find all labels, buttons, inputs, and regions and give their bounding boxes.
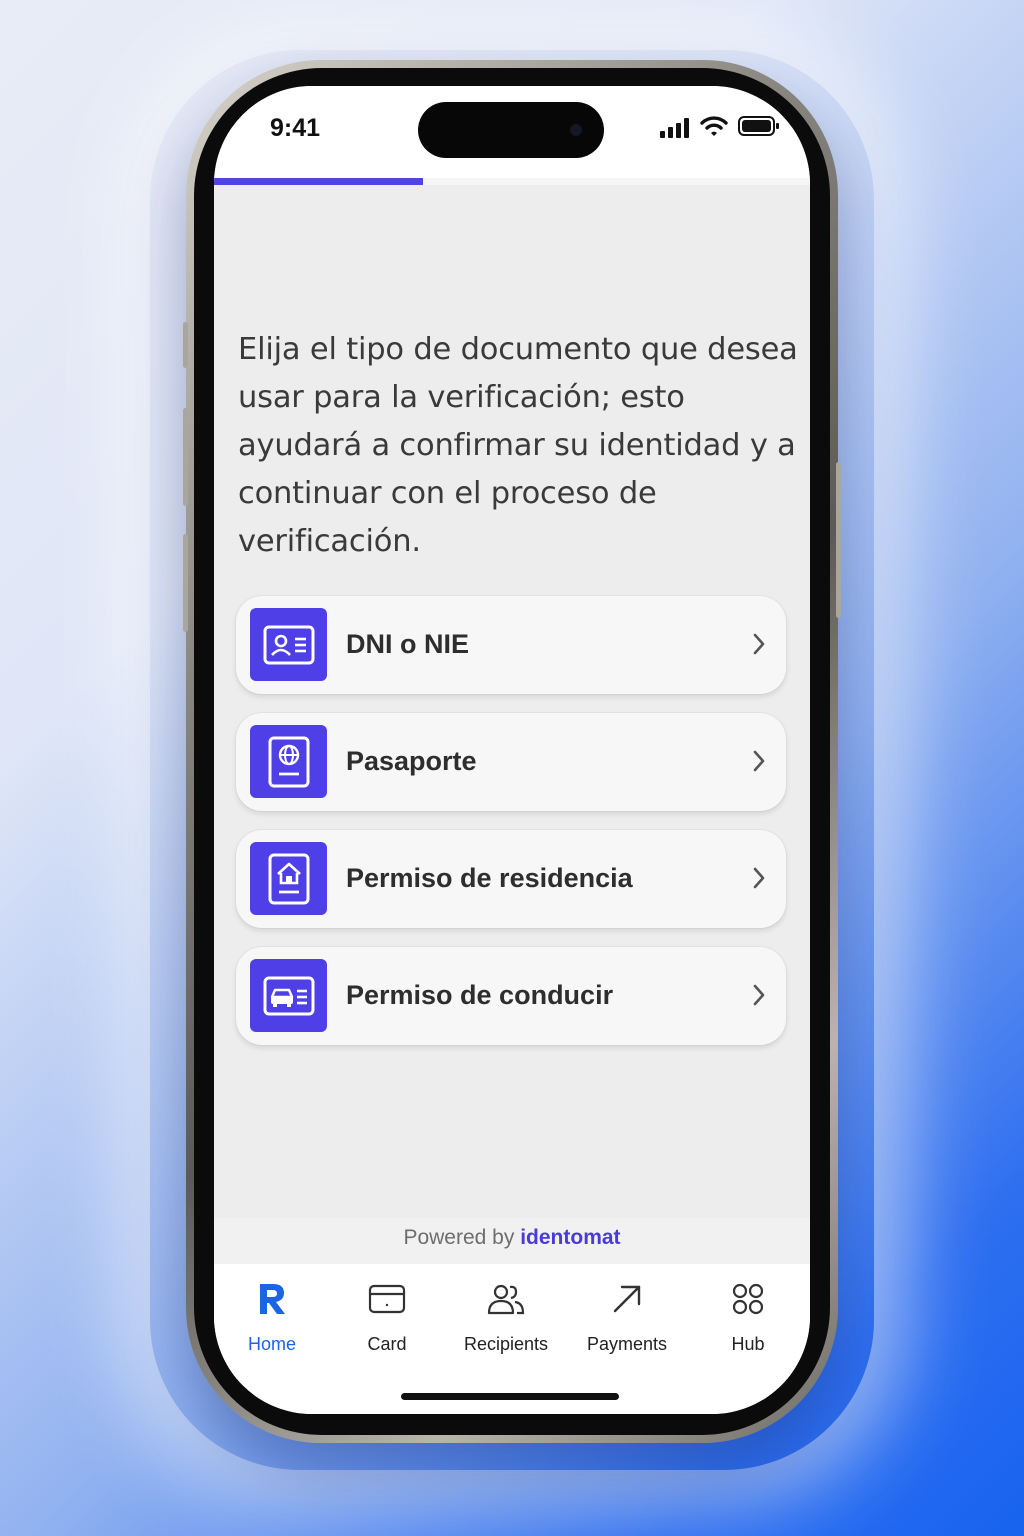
power-button	[836, 462, 841, 618]
tab-label: Card	[367, 1334, 407, 1354]
passport-icon	[250, 725, 327, 798]
document-option-label: DNI o NIE	[346, 629, 470, 659]
document-option-label: Pasaporte	[346, 746, 477, 776]
chevron-right-icon	[753, 984, 765, 1006]
document-option-label: Permiso de conducir	[346, 980, 614, 1010]
card-icon	[329, 1278, 445, 1320]
status-time: 9:41	[270, 114, 321, 142]
grid-icon	[690, 1278, 806, 1320]
driving-license-icon	[250, 959, 327, 1032]
mute-switch	[183, 322, 188, 368]
tab-label: Payments	[586, 1334, 668, 1354]
status-bar: 9:41	[214, 86, 810, 178]
chevron-right-icon	[753, 867, 765, 889]
tab-recipients[interactable]: Recipients	[448, 1278, 564, 1355]
document-option-dni[interactable]: DNI o NIE	[236, 596, 786, 694]
residence-permit-icon	[250, 842, 327, 915]
document-option-residence-permit[interactable]: Permiso de residencia	[236, 830, 786, 928]
dynamic-island	[418, 102, 604, 158]
tab-label: Hub	[731, 1334, 765, 1354]
volume-down-button	[183, 534, 188, 632]
document-option-driving-license[interactable]: Permiso de conducir	[236, 947, 786, 1045]
tab-label: Home	[247, 1334, 296, 1354]
tab-hub[interactable]: Hub	[690, 1278, 806, 1355]
arrow-up-right-icon	[569, 1278, 685, 1320]
app-screen: 9:41 Elija el tipo de documento que dese…	[214, 86, 810, 1414]
chevron-right-icon	[753, 750, 765, 772]
battery-icon	[738, 116, 779, 136]
tab-label: Recipients	[463, 1334, 549, 1354]
tab-card[interactable]: Card	[329, 1278, 445, 1355]
bottom-tab-bar: Home Card Recipients Payments Hub	[214, 1264, 810, 1414]
powered-by-footer: Powered by identomat	[214, 1218, 810, 1264]
document-option-passport[interactable]: Pasaporte	[236, 713, 786, 811]
volume-up-button	[183, 408, 188, 506]
home-indicator[interactable]	[401, 1393, 619, 1400]
tab-payments[interactable]: Payments	[569, 1278, 685, 1355]
progress-bar	[214, 178, 423, 185]
revolut-logo-icon	[214, 1278, 330, 1320]
chevron-right-icon	[753, 633, 765, 655]
powered-by-brand[interactable]: identomat	[520, 1226, 620, 1249]
document-option-label: Permiso de residencia	[346, 863, 633, 893]
id-card-icon	[250, 608, 327, 681]
recipients-icon	[448, 1278, 564, 1320]
instruction-text: Elija el tipo de documento que desea usa…	[238, 332, 798, 559]
wifi-icon	[700, 116, 728, 136]
tab-home[interactable]: Home	[214, 1278, 330, 1355]
front-camera-icon	[570, 124, 582, 136]
document-type-list: DNI o NIE Pasaporte Permiso de residenci…	[236, 596, 786, 1064]
cellular-signal-icon	[660, 118, 689, 138]
powered-by-text: Powered by	[403, 1226, 515, 1249]
